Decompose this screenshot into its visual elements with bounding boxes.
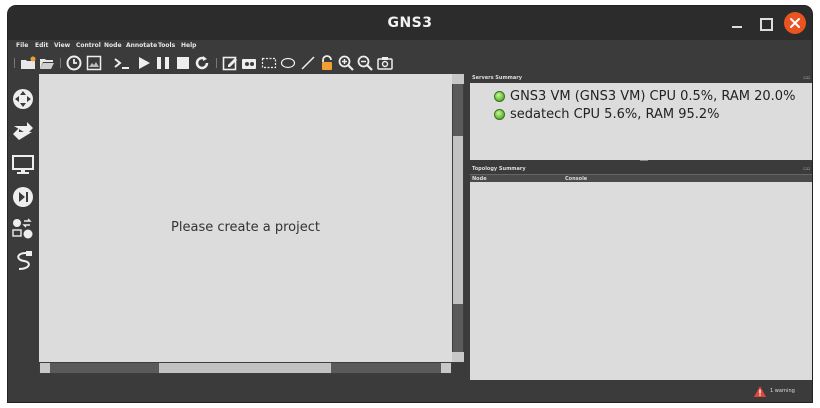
console-icon[interactable] (114, 55, 130, 71)
menu-view[interactable]: View (54, 42, 70, 49)
screenshot-icon[interactable] (86, 55, 102, 71)
dock-controls[interactable]: ▫▫ (803, 75, 810, 81)
title-bar: GNS3 (8, 6, 812, 40)
dock-title: Topology Summary (472, 166, 526, 172)
menu-edit[interactable]: Edit (35, 42, 48, 49)
gns3-window: GNS3 File Edit View Control Node Annotat… (8, 6, 812, 402)
window-title: GNS3 (387, 15, 433, 31)
end-devices-icon[interactable] (12, 154, 34, 176)
all-devices-icon[interactable] (12, 218, 34, 240)
status-green-icon (494, 91, 505, 102)
maximize-button[interactable] (754, 12, 776, 34)
scroll-down-arrow[interactable] (452, 352, 464, 362)
topology-canvas[interactable]: Please create a project (39, 74, 452, 362)
warning-count[interactable]: 1 warning (770, 388, 795, 394)
new-project-icon[interactable] (20, 55, 36, 71)
server-label: GNS3 VM (GNS3 VM) CPU 0.5%, RAM 20.0% (510, 89, 796, 104)
menu-annotate[interactable]: Annotate (126, 42, 157, 49)
scroll-thumb[interactable] (453, 136, 463, 304)
scroll-thumb[interactable] (159, 363, 331, 373)
snapshot-clock-icon[interactable] (66, 55, 82, 71)
add-note-icon[interactable] (222, 55, 238, 71)
open-project-icon[interactable] (39, 55, 55, 71)
lock-icon[interactable] (319, 55, 335, 71)
device-toolbar (8, 74, 38, 380)
scroll-left-arrow[interactable] (40, 363, 50, 373)
dock-title: Servers Summary (472, 75, 522, 81)
scroll-right-arrow[interactable] (441, 363, 451, 373)
draw-ellipse-icon[interactable] (280, 55, 296, 71)
menu-control[interactable]: Control (76, 42, 101, 49)
insert-image-icon[interactable] (241, 55, 257, 71)
reload-icon[interactable] (194, 55, 210, 71)
menu-help[interactable]: Help (181, 42, 196, 49)
server-label: sedatech CPU 5.6%, RAM 95.2% (510, 107, 720, 122)
canvas-vertical-scrollbar[interactable] (452, 74, 464, 362)
draw-line-icon[interactable] (300, 55, 316, 71)
routers-icon[interactable] (12, 88, 34, 110)
start-icon[interactable] (136, 55, 152, 71)
canvas-message: Please create a project (171, 220, 320, 235)
scroll-up-arrow[interactable] (452, 74, 464, 84)
servers-summary-dock: Servers Summary ▫▫ GNS3 VM (GNS3 VM) CPU… (470, 74, 812, 160)
main-toolbar (8, 52, 812, 74)
servers-list: GNS3 VM (GNS3 VM) CPU 0.5%, RAM 20.0% se… (470, 83, 812, 160)
dock-resize-grip[interactable] (640, 160, 648, 161)
toolbar-separator (216, 58, 217, 68)
topology-table-header: Node Console (470, 174, 812, 182)
dock-controls[interactable]: ▫▫ (803, 166, 810, 172)
menu-node[interactable]: Node (104, 42, 122, 49)
menu-file[interactable]: File (16, 42, 28, 49)
pause-icon[interactable] (155, 55, 171, 71)
zoom-out-icon[interactable] (357, 55, 373, 71)
close-icon (790, 18, 800, 28)
toolbar-separator (60, 58, 61, 68)
zoom-in-icon[interactable] (338, 55, 354, 71)
take-screenshot-icon[interactable] (377, 55, 393, 71)
status-bar: 1 warning (8, 380, 812, 402)
warning-icon[interactable] (754, 386, 766, 397)
draw-rectangle-icon[interactable] (261, 55, 277, 71)
switches-icon[interactable] (12, 120, 34, 142)
toolbar-separator (14, 58, 15, 68)
add-link-icon[interactable] (12, 250, 34, 272)
menu-tools[interactable]: Tools (158, 42, 175, 49)
security-devices-icon[interactable] (12, 186, 34, 208)
status-green-icon (494, 109, 505, 120)
topology-summary-dock: Topology Summary ▫▫ Node Console (470, 165, 812, 380)
close-button[interactable] (784, 12, 806, 34)
topology-table-body (470, 182, 812, 380)
canvas-horizontal-scrollbar[interactable] (39, 362, 452, 374)
minimize-button[interactable] (726, 12, 748, 34)
menu-bar: File Edit View Control Node Annotate Too… (8, 40, 812, 52)
stop-icon[interactable] (175, 55, 191, 71)
